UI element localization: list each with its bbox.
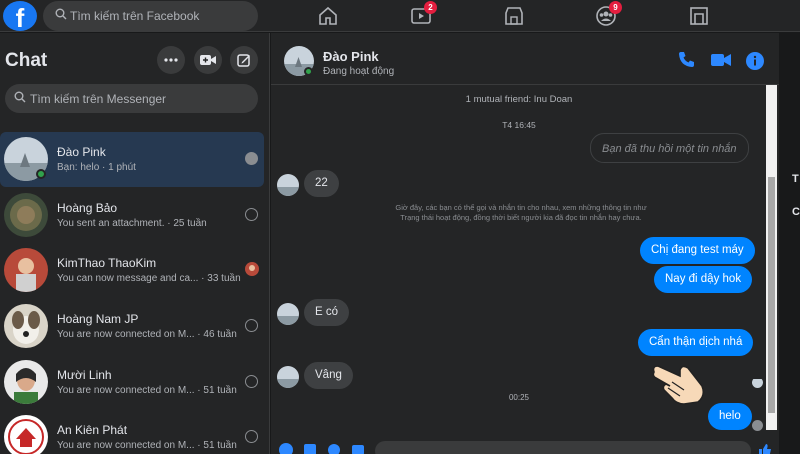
conversation-header: Đào Pink Đang hoạt động (271, 33, 779, 85)
sticker-icon[interactable] (327, 443, 341, 454)
message-input[interactable] (375, 441, 751, 454)
messenger-search-input[interactable]: Tìm kiếm trên Messenger (5, 84, 258, 113)
conversation-preview: You are now connected on M... · 51 tuần (57, 440, 237, 451)
avatar (277, 303, 299, 325)
online-indicator (36, 169, 46, 179)
top-bar: f Tìm kiếm trên Facebook 2 9 (0, 0, 800, 32)
avatar (4, 304, 48, 348)
conversation-preview: You are now connected on M... · 51 tuần (57, 385, 237, 396)
contact-status: Đang hoạt động (323, 66, 395, 77)
conversation-preview: Bạn: helo · 1 phút (57, 162, 136, 173)
avatar (4, 360, 48, 404)
sent-check-icon (245, 319, 258, 332)
avatar (4, 248, 48, 292)
outgoing-message[interactable]: helo (708, 403, 752, 430)
incoming-message[interactable]: E có (304, 299, 350, 326)
messenger-search-placeholder: Tìm kiếm trên Messenger (30, 92, 167, 106)
right-strip-letter-t: T (792, 173, 799, 185)
conversation-name: Mười Linh (57, 368, 112, 382)
nav-marketplace[interactable] (503, 5, 525, 27)
nav-watch[interactable]: 2 (410, 1, 437, 27)
avatar (4, 415, 48, 454)
conversation-name: Đào Pink (57, 145, 106, 159)
connection-notice: Giờ đây, các bạn có thể gọi và nhắn tin … (395, 203, 647, 222)
incoming-message[interactable]: 22 (304, 170, 339, 197)
facebook-search-input[interactable]: Tìm kiếm trên Facebook (43, 1, 258, 31)
online-indicator (304, 67, 313, 76)
home-icon (319, 6, 337, 25)
sent-check-icon (245, 375, 258, 388)
incoming-message[interactable]: Vâng (304, 362, 353, 389)
conversation-name: An Kiên Phát (57, 423, 128, 437)
conversation-item-an-kien-phat[interactable]: An Kiên Phát You are now connected on M.… (0, 410, 264, 454)
conversation-name: Hoàng Bảo (57, 201, 118, 215)
compose-icon (237, 54, 250, 67)
video-call-icon[interactable] (711, 53, 731, 67)
read-receipt-icon (245, 152, 258, 165)
nav-groups[interactable]: 9 (595, 1, 622, 27)
timestamp: T4 16:45 (502, 120, 536, 130)
search-icon (55, 8, 67, 20)
image-icon[interactable] (303, 443, 317, 454)
right-strip-letter-c: C (792, 206, 800, 218)
plus-icon[interactable] (279, 443, 293, 454)
mutual-friend-note: 1 mutual friend: Inu Doan (465, 94, 573, 105)
avatar (4, 193, 48, 237)
conversation-name: KimThao ThaoKim (57, 256, 157, 270)
chat-sidebar: Chat Tìm kiếm trên Messenger Đào Pink Bạ… (0, 33, 270, 454)
scrollbar-thumb[interactable] (768, 177, 775, 413)
nav-home[interactable] (317, 5, 339, 27)
new-message-button[interactable] (230, 46, 258, 74)
recalled-message: Bạn đã thu hồi một tin nhắn (590, 133, 749, 163)
gaming-icon (690, 7, 708, 25)
conversation-item-hoang-bao[interactable]: Hoàng Bảo You sent an attachment. · 25 t… (0, 188, 264, 243)
conversation-name: Hoàng Nam JP (57, 312, 139, 326)
more-icon (164, 58, 178, 62)
new-room-button[interactable] (194, 46, 222, 74)
facebook-search-placeholder: Tìm kiếm trên Facebook (70, 9, 200, 23)
groups-badge: 9 (609, 1, 622, 14)
more-options-button[interactable] (157, 46, 185, 74)
conversation-preview: You are now connected on M... · 46 tuần (57, 329, 237, 340)
nav-gaming[interactable] (688, 5, 710, 27)
contact-name[interactable]: Đào Pink (323, 49, 379, 64)
phone-icon[interactable] (678, 51, 695, 68)
conversation-item-muoi-linh[interactable]: Mười Linh You are now connected on M... … (0, 355, 264, 410)
search-icon (14, 91, 26, 103)
outgoing-message[interactable]: Nay đi dậy hok (654, 266, 753, 293)
read-receipt-icon (752, 420, 763, 431)
sent-check-icon (245, 208, 258, 221)
pointing-hand-icon (650, 360, 708, 413)
conversation-preview: You can now message and ca... · 33 tuần (57, 273, 241, 284)
info-icon[interactable] (746, 52, 764, 70)
composer (271, 435, 779, 454)
like-icon[interactable] (758, 443, 772, 454)
sent-check-icon (245, 430, 258, 443)
right-strip: T C (779, 33, 800, 454)
seen-avatar (752, 377, 763, 388)
gif-icon[interactable] (351, 443, 365, 454)
conversation-item-hoang-nam-jp[interactable]: Hoàng Nam JP You are now connected on M.… (0, 299, 264, 354)
chat-title: Chat (5, 50, 48, 71)
conversation-preview: You sent an attachment. · 25 tuần (57, 218, 207, 229)
outgoing-message[interactable]: Cẩn thận dịch nhá (638, 329, 754, 356)
facebook-logo[interactable]: f (3, 1, 37, 31)
conversation-item-kimthao[interactable]: KimThao ThaoKim You can now message and … (0, 243, 264, 298)
watch-badge: 2 (424, 1, 437, 14)
marketplace-icon (505, 7, 523, 25)
seen-avatar (245, 262, 259, 276)
video-plus-icon (200, 55, 216, 65)
conversation-item-dao-pink[interactable]: Đào Pink Bạn: helo · 1 phút (0, 132, 264, 187)
avatar (277, 174, 299, 196)
avatar (277, 366, 299, 388)
scrollbar[interactable] (766, 85, 777, 430)
outgoing-message[interactable]: Chị đang test máy (640, 237, 755, 264)
